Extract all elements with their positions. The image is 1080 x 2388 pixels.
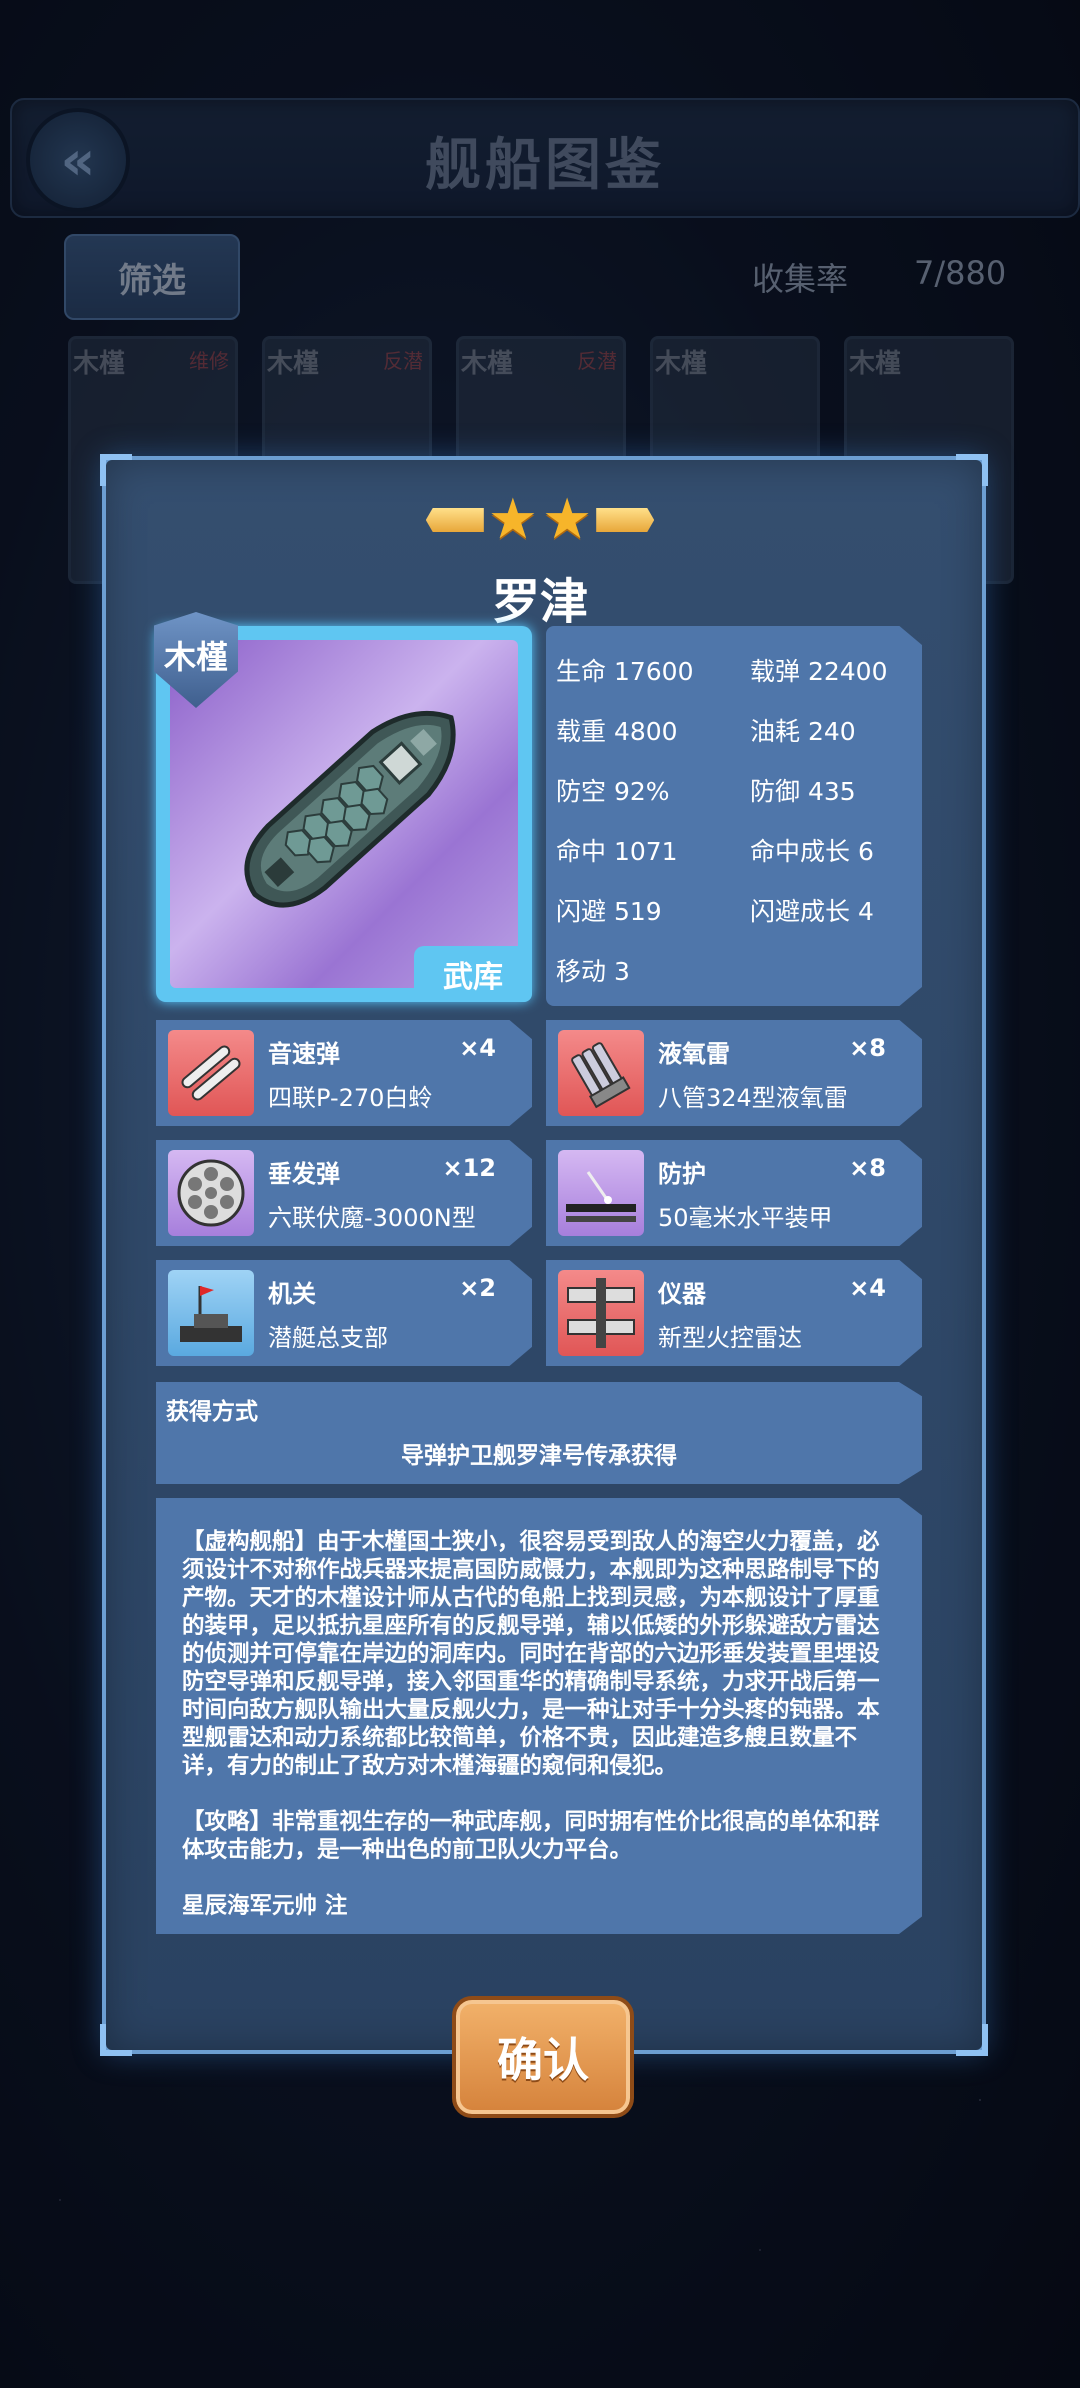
confirm-button[interactable]: 确认 (452, 1996, 634, 2118)
ship-image (170, 640, 518, 988)
hq-icon (168, 1270, 254, 1356)
stat-anti-air: 防空 92% (556, 777, 670, 806)
frame-corner (100, 2024, 132, 2056)
equipment-category: 防护 (658, 1160, 706, 1188)
equipment-count: ×2 (459, 1274, 496, 1302)
equipment-slot[interactable]: 音速弹 ×4 四联P-270白蛉 (156, 1020, 532, 1126)
stat-accuracy: 命中 1071 (556, 837, 678, 866)
stat-evasion-growth: 闪避成长 4 (750, 897, 874, 926)
ship-icon (244, 710, 456, 908)
description-note: 星辰海军元帅 注 (182, 1893, 348, 1919)
equipment-slot[interactable]: 仪器 ×4 新型火控雷达 (546, 1260, 922, 1366)
equipment-category: 垂发弹 (268, 1160, 340, 1188)
acquire-panel: 获得方式 导弹护卫舰罗津号传承获得 (156, 1382, 922, 1484)
star-rating: ★ ★ (416, 487, 664, 552)
nation-label: 木槿 (163, 638, 228, 676)
frame-corner (956, 454, 988, 486)
equipment-category: 机关 (268, 1280, 316, 1308)
missile-icon (168, 1030, 254, 1116)
armor-icon (558, 1150, 644, 1236)
acquire-text: 导弹护卫舰罗津号传承获得 (401, 1443, 677, 1469)
equipment-slot[interactable]: 液氧雷 ×8 八管324型液氧雷 (546, 1020, 922, 1126)
stats-panel: 生命 17600 载弹 22400 载重 4800 油耗 240 防空 92% … (546, 626, 922, 1006)
equipment-name: 50毫米水平装甲 (658, 1204, 833, 1232)
equipment-slot[interactable]: 机关 ×2 潜艇总支部 (156, 1260, 532, 1366)
equipment-name: 四联P-270白蛉 (268, 1084, 433, 1112)
equipment-category: 音速弹 (268, 1040, 340, 1068)
vls-icon (168, 1150, 254, 1236)
description-text: 【虚构舰船】由于木槿国土狭小，很容易受到敌人的海空火力覆盖，必须设计不对称作战兵… (182, 1528, 900, 1934)
equipment-count: ×4 (459, 1034, 496, 1062)
star-icon: ★ (487, 487, 538, 552)
wing-right-icon (596, 508, 655, 532)
acquire-label: 获得方式 (166, 1399, 258, 1425)
stat-load: 载重 4800 (556, 717, 678, 746)
torpedo-icon (558, 1030, 644, 1116)
ship-name: 罗津 (491, 574, 588, 630)
equipment-name: 潜艇总支部 (268, 1324, 388, 1352)
equipment-count: ×8 (849, 1034, 886, 1062)
equipment-count: ×8 (849, 1154, 886, 1182)
stat-fuel: 油耗 240 (750, 717, 856, 746)
equipment-count: ×12 (442, 1154, 496, 1182)
stat-evasion: 闪避 519 (556, 897, 662, 926)
star-icon: ★ (542, 487, 593, 552)
wing-left-icon (425, 508, 484, 532)
stat-defense: 防御 435 (750, 777, 856, 806)
frame-corner (100, 454, 132, 486)
equipment-count: ×4 (849, 1274, 886, 1302)
equipment-name: 新型火控雷达 (658, 1324, 802, 1352)
stat-hp: 生命 17600 (556, 657, 694, 686)
ship-type-badge: 武库 (414, 946, 532, 1002)
equipment-slot[interactable]: 垂发弹 ×12 六联伏魔-3000N型 (156, 1140, 532, 1246)
stat-ammo: 载弹 22400 (750, 657, 888, 686)
equipment-name: 六联伏魔-3000N型 (268, 1204, 476, 1232)
stat-accuracy-growth: 命中成长 6 (750, 837, 874, 866)
stat-move: 移动 3 (556, 957, 630, 986)
equipment-category: 仪器 (658, 1280, 706, 1308)
description-strategy: 【攻略】非常重视生存的一种武库舰，同时拥有性价比很高的单体和群体攻击能力，是一种… (182, 1809, 880, 1863)
equipment-name: 八管324型液氧雷 (658, 1084, 848, 1112)
radar-icon (558, 1270, 644, 1356)
equipment-category: 液氧雷 (658, 1040, 730, 1068)
description-panel: 【虚构舰船】由于木槿国土狭小，很容易受到敌人的海空火力覆盖，必须设计不对称作战兵… (156, 1498, 922, 1934)
equipment-slot[interactable]: 防护 ×8 50毫米水平装甲 (546, 1140, 922, 1246)
frame-corner (956, 2024, 988, 2056)
description-lore: 【虚构舰船】由于木槿国土狭小，很容易受到敌人的海空火力覆盖，必须设计不对称作战兵… (182, 1529, 880, 1779)
